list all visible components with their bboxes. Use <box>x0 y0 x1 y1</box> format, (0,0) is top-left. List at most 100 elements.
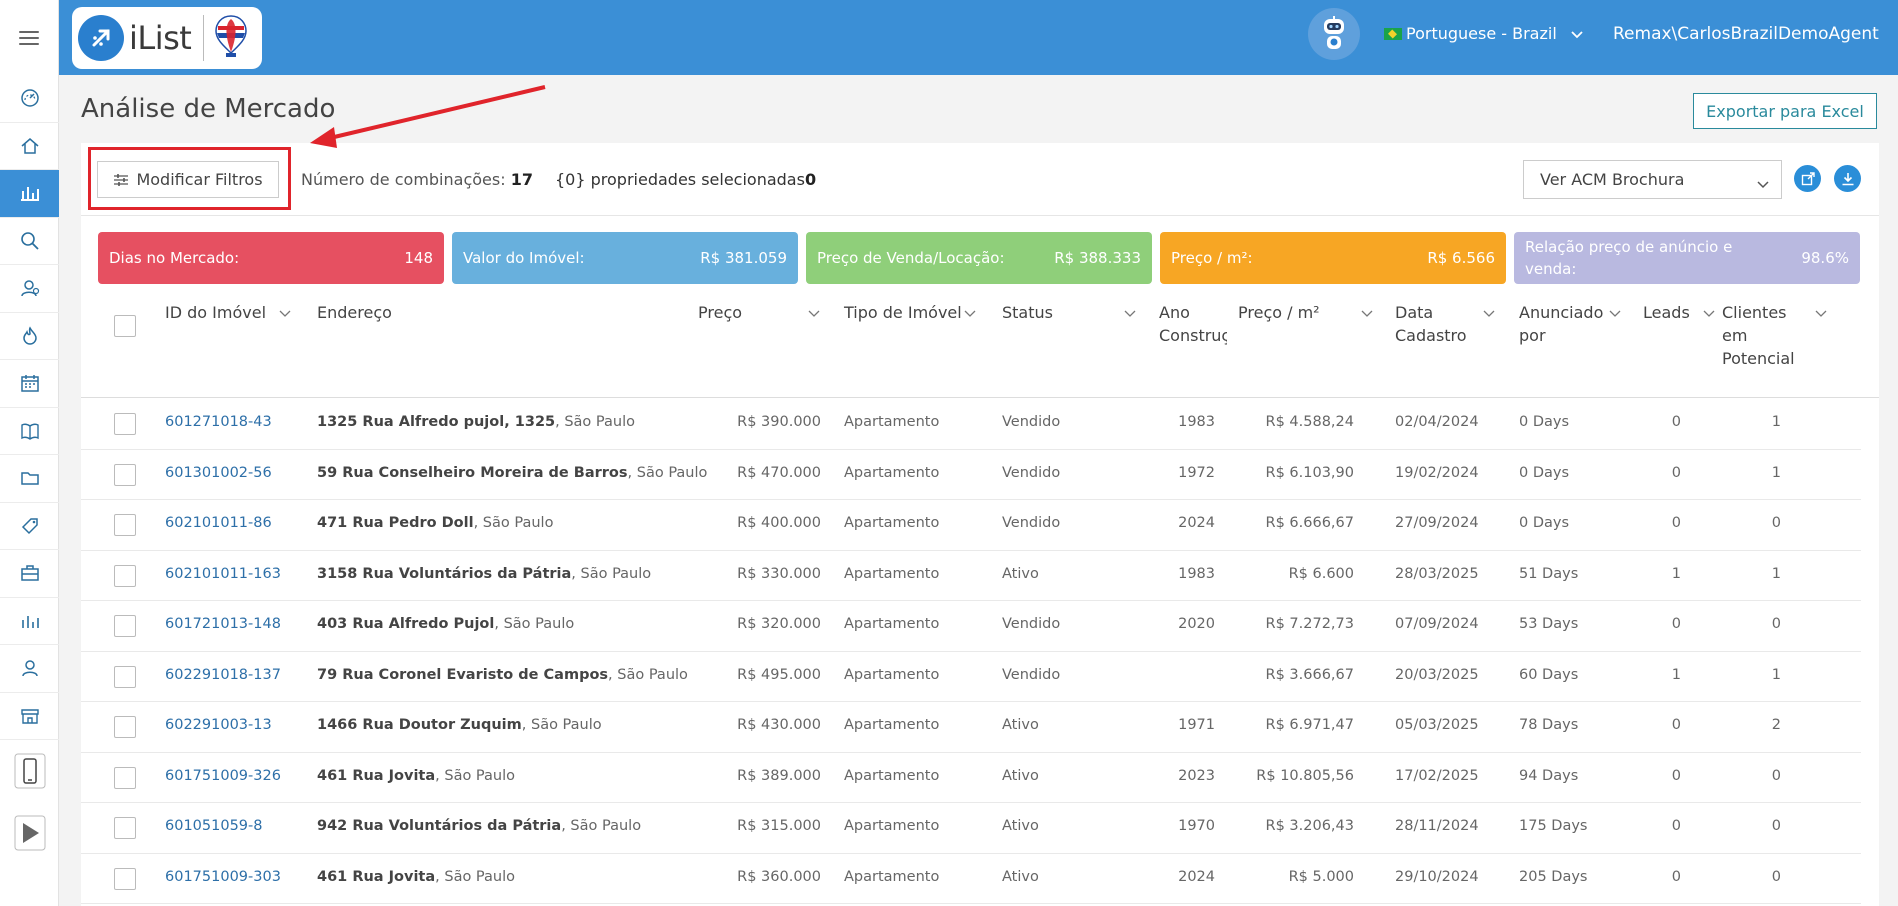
city: , São Paulo <box>561 818 642 834</box>
sidebar-item-home[interactable] <box>0 123 59 170</box>
listed-duration-cell: 0 Days <box>1519 515 1570 531</box>
address-cell: 942 Rua Voluntários da Pátria, São Paulo <box>317 818 641 834</box>
property-id-link[interactable]: 601051059-8 <box>165 818 263 834</box>
property-type-cell: Apartamento <box>844 767 940 784</box>
listed-duration-cell: 53 Days <box>1519 616 1579 632</box>
row-select-checkbox[interactable] <box>114 665 136 688</box>
ilist-logo[interactable]: iList <box>72 7 262 69</box>
price-per-m2-cell: R$ 6.666,67 <box>1265 515 1354 531</box>
property-id-link[interactable]: 601721013-148 <box>165 616 281 632</box>
column-header-property-type[interactable]: Tipo de Imóvel <box>844 301 994 324</box>
acm-select-value: Ver ACM Brochura <box>1540 170 1685 189</box>
row-select-checkbox[interactable] <box>114 463 136 486</box>
column-header-listed-by[interactable]: Anunciado por <box>1519 301 1621 347</box>
column-header-id[interactable]: ID do Imóvel <box>165 301 291 324</box>
stat-label: Preço / m²: <box>1171 249 1253 267</box>
row-select-checkbox[interactable] <box>114 716 136 738</box>
status-cell: Ativo <box>1002 818 1039 834</box>
user-icon <box>21 660 38 677</box>
row-select-checkbox[interactable] <box>114 514 136 536</box>
sidebar-item-library[interactable] <box>0 408 59 455</box>
sidebar-item-contacts[interactable] <box>0 265 59 313</box>
sidebar-item-dashboard[interactable] <box>0 75 59 123</box>
year-built-cell: 1970 <box>1178 818 1215 834</box>
chevron-down-icon <box>1571 24 1583 43</box>
table-row[interactable]: 602101011-86 471 Rua Pedro Doll, São Paul… <box>81 500 1861 551</box>
city: , São Paulo <box>435 767 515 784</box>
column-header-address[interactable]: Endereço <box>317 301 392 324</box>
table-row[interactable]: 602101011-163 3158 Rua Voluntários da Pát… <box>81 551 1861 601</box>
sidebar-item-reports[interactable] <box>0 598 59 645</box>
open-external-button[interactable] <box>1794 165 1821 192</box>
street: 1466 Rua Doutor Zuquim <box>317 717 522 733</box>
property-id-link[interactable]: 602101011-163 <box>165 566 281 582</box>
row-select-checkbox[interactable] <box>114 867 136 890</box>
street: 461 Rua Jovita <box>317 868 436 885</box>
leads-cell: 0 <box>1671 464 1681 481</box>
sidebar-item-business[interactable] <box>0 550 59 598</box>
city: , São Paulo <box>627 464 708 481</box>
row-select-checkbox[interactable] <box>114 413 136 435</box>
sidebar-item-search[interactable] <box>0 218 59 265</box>
column-header-leads[interactable]: Leads <box>1643 301 1715 324</box>
tag-icon <box>21 518 38 534</box>
date-cell: 19/02/2024 <box>1395 464 1479 481</box>
sidebar-item-profile[interactable] <box>0 645 59 693</box>
row-select-checkbox[interactable] <box>114 766 136 789</box>
sidebar-item-market-analysis[interactable] <box>0 170 59 218</box>
column-header-potential-clients[interactable]: Clientes em Potencial <box>1722 301 1827 370</box>
language-selector[interactable]: Portuguese - Brazil <box>1384 24 1583 43</box>
select-all-checkbox[interactable] <box>114 315 136 337</box>
property-id-link[interactable]: 601751009-326 <box>165 768 281 784</box>
street: 1325 Rua Alfredo pujol, 1325 <box>317 414 556 430</box>
leads-cell: 0 <box>1671 868 1681 885</box>
download-button[interactable] <box>1834 165 1861 192</box>
sidebar-item-google-play[interactable] <box>0 802 59 864</box>
table-row[interactable]: 601051059-8 942 Rua Voluntários da Pátria… <box>81 803 1861 854</box>
property-id-link[interactable]: 602291003-13 <box>165 717 272 733</box>
sidebar-item-documents[interactable] <box>0 455 59 503</box>
sidebar-item-hot-leads[interactable] <box>0 313 59 360</box>
table-row[interactable]: 601751009-303 461 Rua Jovita, São Paulo R$… <box>81 854 1861 904</box>
hamburger-menu-button[interactable] <box>0 0 59 75</box>
property-id-link[interactable]: 601301002-56 <box>165 465 272 481</box>
sidebar-item-calendar[interactable] <box>0 360 59 408</box>
column-header-year-built[interactable]: Ano Construç <box>1159 301 1227 347</box>
column-header-label: Status <box>1002 303 1053 322</box>
table-row[interactable]: 601301002-56 59 Rua Conselheiro Moreira d… <box>81 450 1861 500</box>
price-cell: R$ 495.000 <box>737 666 821 683</box>
street: 59 Rua Conselheiro Moreira de Barros <box>317 464 628 481</box>
table-row[interactable]: 602291018-137 79 Rua Coronel Evaristo de … <box>81 652 1861 702</box>
status-cell: Vendido <box>1002 616 1061 632</box>
sidebar-item-marketing[interactable] <box>0 503 59 550</box>
column-header-date[interactable]: Data Cadastro <box>1395 301 1495 347</box>
property-id-link[interactable]: 602291018-137 <box>165 667 281 683</box>
row-select-checkbox[interactable] <box>114 615 136 637</box>
page-title: Análise de Mercado <box>81 94 336 124</box>
column-header-status[interactable]: Status <box>1002 301 1142 324</box>
assistant-bot-avatar[interactable] <box>1308 8 1360 60</box>
property-id-link[interactable]: 602101011-86 <box>165 515 272 531</box>
status-cell: Vendido <box>1002 414 1061 430</box>
export-excel-button[interactable]: Exportar para Excel <box>1693 93 1877 129</box>
acm-brochure-select[interactable]: Ver ACM Brochura <box>1523 160 1782 199</box>
sidebar-item-offices[interactable] <box>0 693 59 740</box>
column-header-price-per-m2[interactable]: Preço / m² <box>1238 301 1373 324</box>
table-row[interactable]: 601751009-326 461 Rua Jovita, São Paulo R$… <box>81 753 1861 803</box>
table-row[interactable]: 601721013-148 403 Rua Alfredo Pujol, São … <box>81 601 1861 652</box>
sidebar-item-mobile-app[interactable] <box>0 740 59 802</box>
user-account-menu[interactable]: Remax\CarlosBrazilDemoAgent <box>1613 24 1879 44</box>
column-header-price[interactable]: Preço <box>698 301 828 324</box>
stat-card-price-per-m2: Preço / m²: R$ 6.566 <box>1160 232 1506 284</box>
property-id-link[interactable]: 601271018-43 <box>165 414 272 430</box>
city: , São Paulo <box>435 868 515 885</box>
potential-clients-cell: 0 <box>1771 818 1781 834</box>
date-cell: 27/09/2024 <box>1395 515 1479 531</box>
table-row[interactable]: 602291003-13 1466 Rua Doutor Zuquim, São … <box>81 702 1861 753</box>
modify-filters-button[interactable]: Modificar Filtros <box>97 161 279 198</box>
row-select-checkbox[interactable] <box>114 817 136 839</box>
row-select-checkbox[interactable] <box>114 564 136 587</box>
property-id-link[interactable]: 601751009-303 <box>165 869 281 885</box>
table-row[interactable]: 601271018-43 1325 Rua Alfredo pujol, 1325… <box>81 399 1861 450</box>
chevron-down-icon <box>1609 301 1621 324</box>
